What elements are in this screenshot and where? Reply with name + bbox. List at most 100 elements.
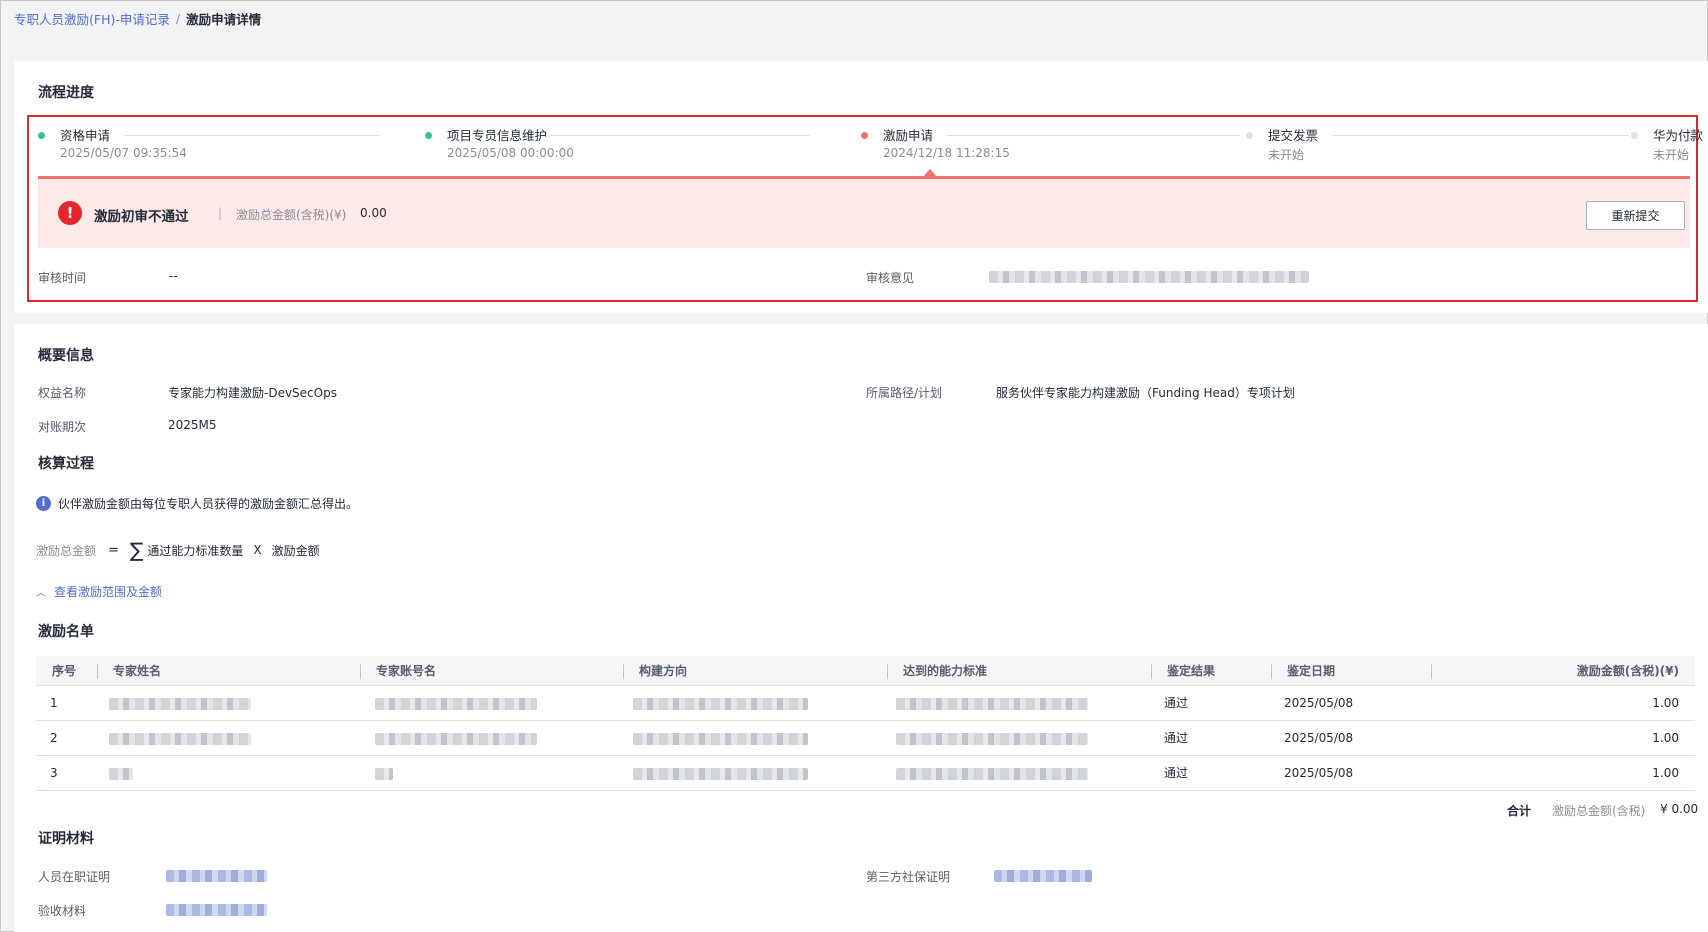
capability-standard-redacted (896, 733, 1088, 745)
total-amount-value: 0.00 (360, 206, 387, 220)
col-divider (623, 664, 624, 679)
capability-standard-redacted (896, 698, 1088, 710)
build-direction-redacted (633, 698, 808, 710)
expert-name-redacted (109, 733, 251, 745)
review-opinion-redacted (989, 271, 1309, 283)
materials-title: 证明材料 (38, 831, 94, 847)
step-done-dot-icon (425, 132, 432, 139)
step-incentive-application: 激励申请 2024/12/18 11:28:15 (861, 125, 1241, 165)
view-scope-toggle[interactable]: ︿ 查看激励范围及金额 (36, 583, 162, 600)
expert-account-redacted (375, 698, 537, 710)
step-done-dot-icon (38, 132, 45, 139)
sum-icon: ∑ (129, 538, 144, 562)
row-result: 通过 (1164, 696, 1189, 710)
acceptance-material-file-link[interactable] (166, 904, 267, 916)
col-expert-name: 专家姓名 (113, 664, 162, 678)
total-amount-label: 激励总金额(含税)(¥) (236, 208, 347, 222)
progress-title: 流程进度 (38, 85, 94, 101)
col-build-direction: 构建方向 (639, 664, 688, 678)
step-pending-dot-icon (1246, 132, 1253, 139)
step-error-dot-icon (861, 132, 868, 139)
roster-table: 序号 专家姓名 专家账号名 构建方向 达到的能力标准 鉴定结果 鉴定日期 激励金… (36, 656, 1695, 791)
current-step-pointer-icon (923, 169, 937, 177)
formula-times: X (253, 543, 262, 557)
col-divider (1431, 664, 1432, 679)
step-name: 华为付款 (1653, 128, 1704, 143)
path-plan-label: 所属路径/计划 (866, 386, 943, 400)
acceptance-material-label: 验收材料 (38, 904, 87, 918)
path-plan-value: 服务伙伴专家能力构建激励（Funding Head）专项计划 (996, 386, 1295, 400)
step-project-info: 项目专员信息维护 2025/05/08 00:00:00 (425, 125, 810, 165)
table-header: 序号 专家姓名 专家账号名 构建方向 达到的能力标准 鉴定结果 鉴定日期 激励金… (36, 656, 1695, 686)
expert-name-redacted (109, 698, 251, 710)
step-connector (947, 135, 1240, 136)
resubmit-button[interactable]: 重新提交 (1586, 201, 1685, 230)
table-row: 2 通过 2025/05/08 1.00 (36, 721, 1695, 756)
row-date: 2025/05/08 (1284, 766, 1354, 780)
employment-proof-file-link[interactable] (166, 870, 267, 882)
roster-title: 激励名单 (38, 624, 94, 640)
capability-standard-redacted (896, 768, 1088, 780)
row-date: 2025/05/08 (1284, 731, 1354, 745)
col-amount: 激励金额(含税)(¥) (1576, 664, 1679, 678)
alert-title: 激励初审不通过 (94, 209, 189, 225)
breadcrumb: 专职人员激励(FH)-申请记录 / 激励申请详情 (14, 9, 261, 27)
step-time: 2025/05/08 00:00:00 (447, 146, 574, 160)
calculation-title: 核算过程 (38, 456, 94, 472)
calculation-formula: 激励总金额 = ∑ 通过能力标准数量 X 激励金额 (36, 540, 320, 560)
col-capability-standard: 达到的能力标准 (903, 664, 988, 678)
step-name: 激励申请 (883, 128, 934, 143)
benefit-name-value: 专家能力构建激励-DevSecOps (168, 386, 337, 400)
expert-account-redacted (375, 768, 393, 780)
detail-card (14, 324, 1708, 932)
row-amount: 1.00 (1652, 766, 1679, 780)
step-pending-dot-icon (1631, 132, 1638, 139)
total-amount-label: 激励总金额(含税) (1552, 804, 1646, 818)
formula-term-amount: 激励金额 (271, 543, 320, 558)
alert-separator: | (218, 206, 223, 220)
step-time: 未开始 (1268, 148, 1305, 162)
step-connector (1332, 135, 1629, 136)
col-result: 鉴定结果 (1167, 664, 1216, 678)
formula-equals: = (108, 542, 119, 558)
step-qualification: 资格申请 2025/05/07 09:35:54 (38, 125, 390, 165)
col-divider (360, 664, 361, 679)
breadcrumb-parent-link[interactable]: 专职人员激励(FH)-申请记录 (14, 9, 170, 28)
step-connector (124, 135, 380, 136)
total-amount-value: ¥ 0.00 (1660, 802, 1699, 816)
step-name: 提交发票 (1268, 128, 1319, 143)
col-divider (1151, 664, 1152, 679)
employment-proof-label: 人员在职证明 (38, 870, 111, 884)
calculation-info-text: 伙伴激励金额由每位专职人员获得的激励金额汇总得出。 (58, 497, 359, 511)
step-connector (551, 135, 810, 136)
period-label: 对账期次 (38, 420, 87, 434)
period-value: 2025M5 (168, 418, 217, 432)
col-divider (887, 664, 888, 679)
row-result: 通过 (1164, 731, 1189, 745)
row-index: 3 (50, 766, 58, 780)
progress-panel: 资格申请 2025/05/07 09:35:54 项目专员信息维护 2025/0… (27, 115, 1703, 302)
row-result: 通过 (1164, 766, 1189, 780)
formula-label: 激励总金额 (36, 543, 97, 558)
step-time: 未开始 (1653, 148, 1690, 162)
view-scope-link[interactable]: 查看激励范围及金额 (54, 583, 162, 600)
error-icon: ! (58, 201, 82, 225)
row-amount: 1.00 (1652, 731, 1679, 745)
col-divider (1271, 664, 1272, 679)
info-icon: i (36, 496, 51, 511)
review-alert: ! 激励初审不通过 | 激励总金额(含税)(¥) 0.00 重新提交 (38, 179, 1690, 248)
social-security-file-link[interactable] (994, 870, 1092, 882)
row-amount: 1.00 (1652, 696, 1679, 710)
review-opinion-label: 审核意见 (866, 271, 915, 285)
build-direction-redacted (633, 733, 808, 745)
col-expert-account: 专家账号名 (376, 664, 437, 678)
breadcrumb-separator: / (175, 10, 181, 26)
social-security-proof-label: 第三方社保证明 (866, 870, 951, 884)
row-index: 1 (50, 696, 58, 710)
table-row: 1 通过 2025/05/08 1.00 (36, 686, 1695, 721)
review-time-value: -- (169, 269, 178, 283)
build-direction-redacted (633, 768, 808, 780)
expert-name-redacted (109, 768, 133, 780)
chevron-up-icon: ︿ (36, 588, 46, 599)
table-row: 3 通过 2025/05/08 1.00 (36, 756, 1695, 791)
